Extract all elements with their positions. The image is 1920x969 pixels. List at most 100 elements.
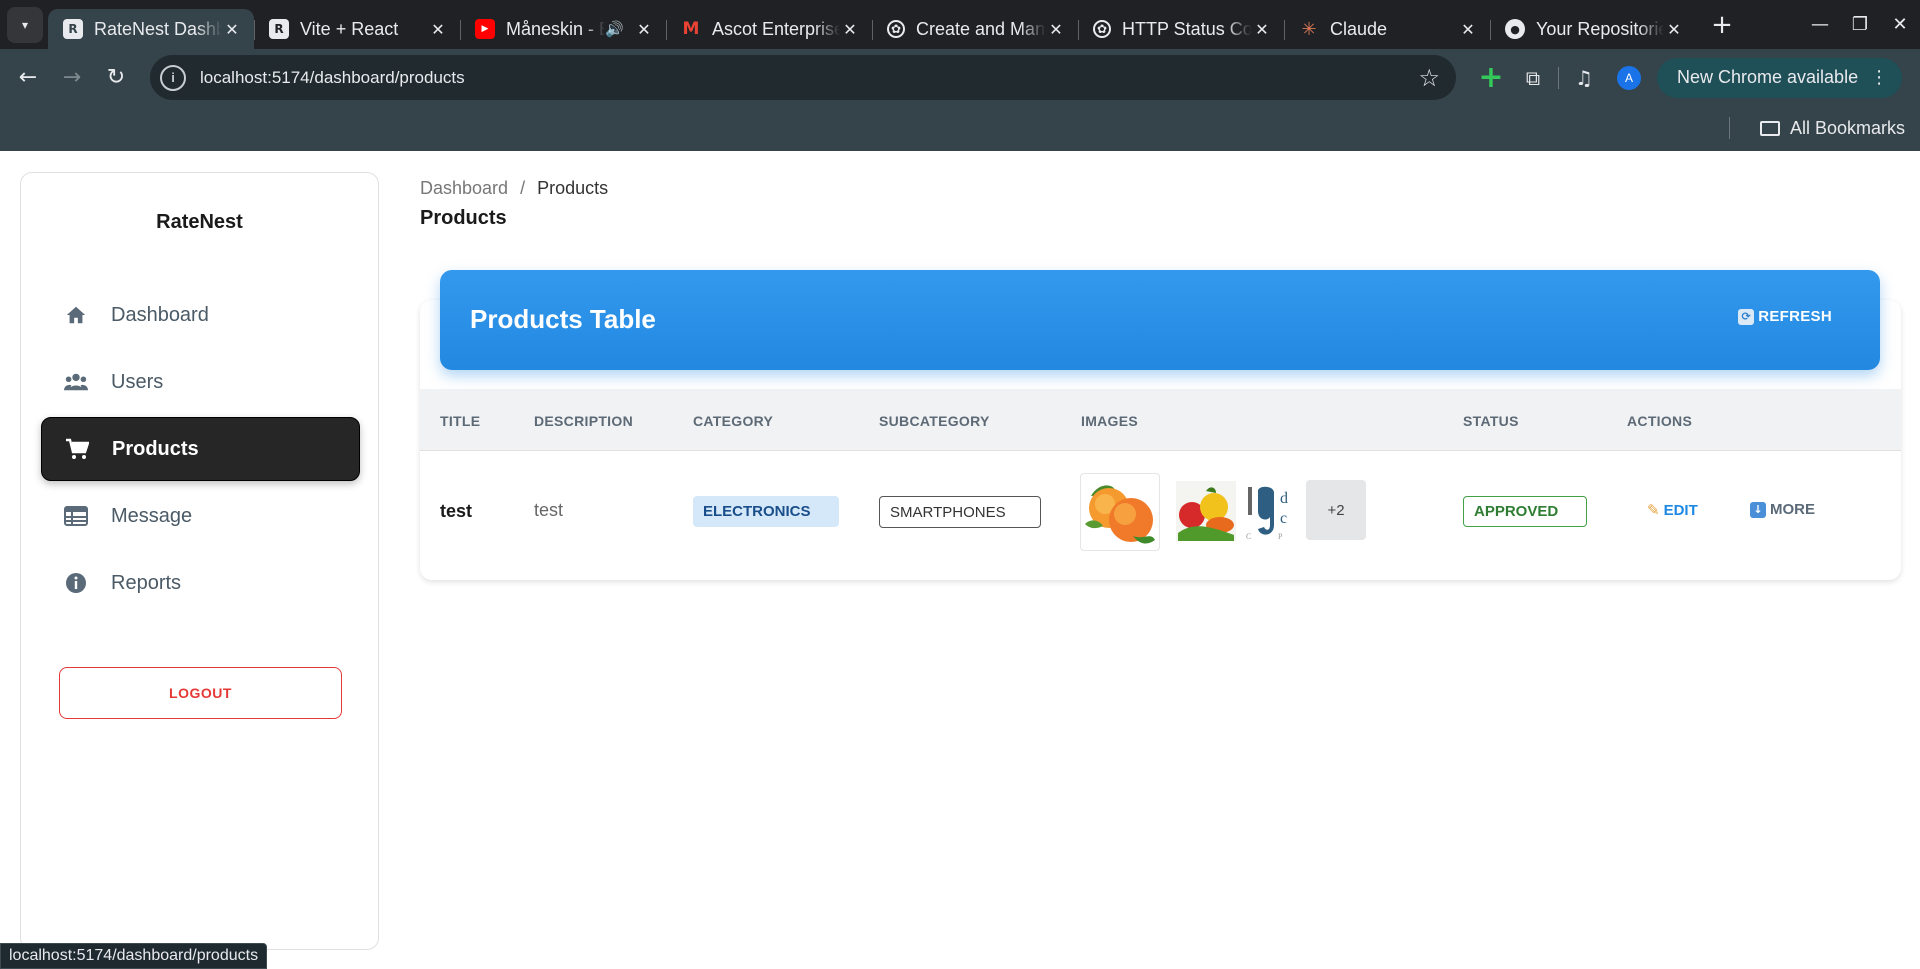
extensions-puzzle-icon[interactable]: ⧉ [1512,57,1554,99]
reload-icon[interactable]: ↻ [94,56,138,100]
update-label: New Chrome available [1677,67,1859,87]
sidebar-item-label: Reports [111,571,182,594]
youtube-icon: ▶ [475,19,495,39]
subcategory-chip: SMARTPHONES [879,496,1041,528]
window-controls: — ❐ ✕ [1800,0,1920,49]
logout-button[interactable]: LOGOUT [59,667,342,719]
sidebar-item-label: Products [112,437,199,460]
sidebar-item-reports[interactable]: Reports [41,551,360,615]
column-header-subcategory[interactable]: SUBCATEGORY [879,413,990,429]
bookmark-star-icon[interactable]: ☆ [1418,64,1440,92]
openai-icon: ✿ [887,20,905,38]
all-bookmarks-button[interactable]: All Bookmarks [1759,106,1905,151]
sidebar-item-users[interactable]: Users [41,350,360,414]
browser-tab[interactable]: ✿ HTTP Status Codes ✕ [1078,9,1284,49]
column-header-actions[interactable]: ACTIONS [1627,413,1692,429]
new-tab-button[interactable]: + [1704,7,1740,43]
browser-tab[interactable]: R RateNest Dashboard ✕ [48,9,254,49]
column-header-title[interactable]: TITLE [440,413,480,429]
close-icon[interactable]: ✕ [840,20,860,39]
product-image-thumbnail[interactable]: d c P C [1244,481,1302,543]
address-bar[interactable]: i localhost:5174/dashboard/products ☆ [150,55,1456,100]
table-row[interactable]: test test ELECTRONICS SMARTPHONES d c P … [420,451,1901,569]
sidebar-item-dashboard[interactable]: Dashboard [41,283,360,347]
forward-icon[interactable]: → [50,56,94,100]
tab-title: Claude [1330,18,1388,39]
folder-icon [1759,121,1780,136]
profile-avatar[interactable]: A [1617,65,1641,90]
pencil-icon: ✎ [1647,501,1660,519]
browser-tab[interactable]: R Vite + React ✕ [254,9,460,49]
browser-tab[interactable]: ● Your Repositories ✕ [1490,9,1696,49]
close-icon[interactable]: ✕ [1664,20,1684,39]
brand-title: RateNest [156,211,243,233]
github-icon: ● [1505,19,1525,39]
close-icon[interactable]: ✕ [1458,20,1478,39]
close-icon[interactable]: ✕ [222,20,242,39]
sidebar: RateNest Dashboard Users Products Messag… [20,172,379,950]
table-card-title: Products Table [470,304,656,334]
product-image-thumbnail[interactable] [1176,481,1236,541]
close-icon[interactable]: ✕ [1046,20,1066,39]
bookmarks-divider [1729,117,1730,139]
more-label: MORE [1770,501,1815,518]
status-badge: APPROVED [1463,496,1587,527]
extension-plus-icon[interactable]: + [1470,57,1512,99]
column-header-category[interactable]: CATEGORY [693,413,773,429]
more-button[interactable]: ↓ MORE [1750,501,1815,518]
back-icon[interactable]: ← [6,56,50,100]
sidebar-item-message[interactable]: Message [41,484,360,548]
speaker-icon[interactable]: 🔊 [605,20,624,38]
tab-title: Your Repositories [1536,18,1664,39]
sidebar-item-products[interactable]: Products [41,417,360,481]
sidebar-nav: Dashboard Users Products Message Reports [41,283,360,618]
media-controls-icon[interactable]: ♫ [1563,57,1605,99]
download-arrow-icon: ↓ [1750,501,1766,518]
tab-title: Måneskin - Beggin' [506,18,606,39]
restore-icon[interactable]: ❐ [1840,14,1880,35]
svg-text:c: c [1280,510,1287,527]
site-info-icon[interactable]: i [160,64,186,91]
minimize-icon[interactable]: — [1800,14,1840,35]
claude-icon: ✳ [1301,18,1317,40]
browser-tab[interactable]: ▶ Måneskin - Beggin' 🔊 ✕ [460,9,666,49]
close-icon[interactable]: ✕ [634,20,654,39]
column-header-status[interactable]: STATUS [1463,413,1519,429]
column-header-description[interactable]: DESCRIPTION [534,413,633,429]
cell-description: test [534,500,564,520]
table-header-row: TITLE DESCRIPTION CATEGORY SUBCATEGORY I… [420,389,1901,451]
more-images-badge[interactable]: +2 [1306,480,1366,540]
home-icon [63,302,89,328]
kebab-menu-icon[interactable]: ⋮ [1870,67,1888,88]
window-close-icon[interactable]: ✕ [1880,14,1920,35]
breadcrumb-link-dashboard[interactable]: Dashboard [420,178,508,199]
browser-tab[interactable]: ✳ Claude ✕ [1284,9,1490,49]
edit-button[interactable]: ✎ EDIT [1647,501,1698,519]
refresh-button[interactable]: ⟳ REFRESH [1738,308,1832,325]
svg-text:P: P [1278,532,1283,541]
close-icon[interactable]: ✕ [1252,20,1272,39]
toolbar-actions: + ⧉ ♫ A New Chrome available ⋮ [1470,55,1903,100]
svg-text:d: d [1280,490,1288,507]
browser-toolbar: ← → ↻ i localhost:5174/dashboard/product… [0,49,1920,106]
product-image-thumbnail[interactable] [1080,473,1160,551]
svg-text:C: C [1246,532,1251,541]
chrome-update-button[interactable]: New Chrome available ⋮ [1657,57,1903,98]
browser-tab[interactable]: M Ascot Enterprises ✕ [666,9,872,49]
tab-title: Ascot Enterprises [712,18,840,39]
bookmarks-bar: All Bookmarks [0,106,1920,151]
cell-title: test [440,501,473,521]
tab-search-button[interactable]: ▾ [7,6,43,43]
browser-tab-strip: ▾ R RateNest Dashboard ✕ R Vite + React … [0,0,1920,49]
column-header-images[interactable]: IMAGES [1081,413,1138,429]
close-icon[interactable]: ✕ [428,20,448,39]
browser-tab[interactable]: ✿ Create and Manage ✕ [872,9,1078,49]
table-icon [63,503,89,529]
breadcrumb-separator: / [520,178,526,198]
cart-icon [64,436,90,462]
url-text[interactable]: localhost:5174/dashboard/products [200,68,1418,88]
tab-list: R RateNest Dashboard ✕ R Vite + React ✕ … [48,0,1696,49]
gmail-icon: M [682,19,700,39]
openai-icon: ✿ [1093,20,1111,38]
vite-react-icon: R [63,19,83,39]
